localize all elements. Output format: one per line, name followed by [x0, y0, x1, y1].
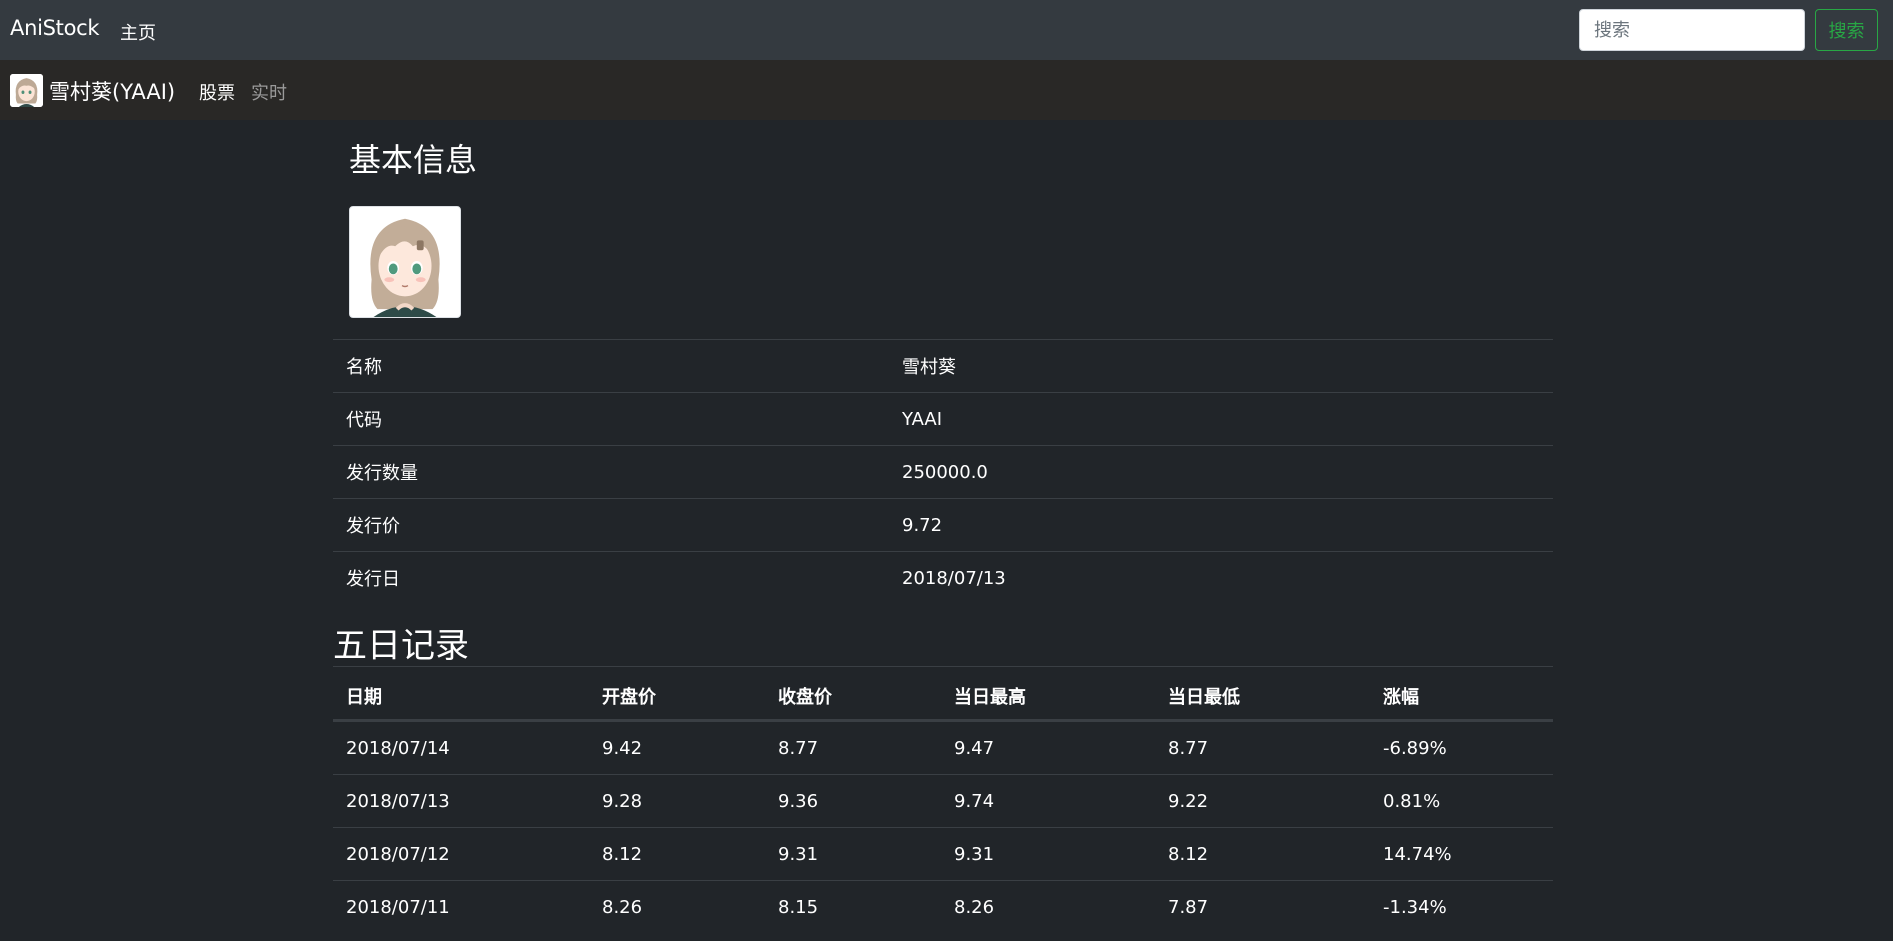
table-cell: 2018/07/11	[346, 897, 450, 918]
info-row-name: 名称 雪村葵	[333, 339, 1553, 392]
table-cell: 9.36	[778, 791, 819, 812]
info-row-shares: 发行数量 250000.0	[333, 445, 1553, 498]
table-cell: 8.12	[602, 844, 643, 865]
info-value: YAAI	[902, 408, 943, 430]
table-cell: 8.77	[1168, 738, 1209, 759]
table-cell: 9.28	[602, 791, 643, 812]
info-value: 9.72	[902, 514, 943, 536]
info-row-date: 发行日 2018/07/13	[333, 551, 1553, 604]
table-cell: 8.15	[778, 897, 819, 918]
search-input[interactable]	[1579, 9, 1805, 51]
info-key: 发行数量	[346, 463, 418, 484]
table-cell: 8.12	[1168, 844, 1209, 865]
table-cell: 2018/07/12	[346, 844, 450, 865]
info-value: 250000.0	[902, 461, 988, 483]
table-cell: 14.74%	[1383, 844, 1452, 865]
table-cell: 9.42	[602, 738, 643, 759]
table-cell: 9.74	[954, 791, 995, 812]
table-cell: 8.26	[954, 897, 995, 918]
column-header: 开盘价	[602, 687, 656, 708]
tab-stock[interactable]: 股票	[199, 79, 235, 105]
table-row: 2018/07/13 9.28 9.36 9.74 9.22 0.81%	[333, 774, 1553, 827]
table-cell: 9.31	[954, 844, 995, 865]
info-row-code: 代码 YAAI	[333, 392, 1553, 445]
search-button[interactable]: 搜索	[1815, 9, 1878, 51]
info-key: 名称	[346, 357, 382, 378]
brand-logo[interactable]: AniStock	[10, 16, 100, 40]
table-cell: -6.89%	[1383, 738, 1447, 759]
table-cell: 9.22	[1168, 791, 1209, 812]
five-day-heading: 五日记录	[333, 626, 469, 666]
top-navbar: AniStock 主页 搜索	[0, 0, 1893, 60]
five-day-table: 日期 开盘价 收盘价 当日最高 当日最低 涨幅 2018/07/14 9.42 …	[333, 666, 1553, 933]
column-header: 收盘价	[778, 687, 832, 708]
table-cell: 2018/07/14	[346, 738, 450, 759]
info-value: 雪村葵	[902, 357, 956, 378]
avatar	[10, 74, 43, 107]
table-cell: 2018/07/13	[346, 791, 450, 812]
table-row: 2018/07/12 8.12 9.31 9.31 8.12 14.74%	[333, 827, 1553, 880]
table-cell: -1.34%	[1383, 897, 1447, 918]
info-key: 代码	[346, 410, 382, 431]
table-cell: 9.47	[954, 738, 995, 759]
nav-home-link[interactable]: 主页	[120, 19, 156, 45]
column-header: 当日最低	[1168, 687, 1240, 708]
info-row-price: 发行价 9.72	[333, 498, 1553, 551]
basic-info-heading: 基本信息	[349, 141, 478, 179]
stock-title[interactable]: 雪村葵(YAAI)	[49, 76, 175, 106]
character-portrait	[349, 206, 461, 318]
table-cell: 8.77	[778, 738, 819, 759]
table-cell: 7.87	[1168, 897, 1209, 918]
info-key: 发行日	[346, 569, 400, 590]
basic-info-table: 名称 雪村葵 代码 YAAI 发行数量 250000.0 发行价 9.72 发行…	[333, 339, 1553, 604]
info-key: 发行价	[346, 516, 400, 537]
info-value: 2018/07/13	[902, 567, 1006, 589]
column-header: 涨幅	[1383, 687, 1419, 708]
table-cell: 9.31	[778, 844, 819, 865]
table-row: 2018/07/11 8.26 8.15 8.26 7.87 -1.34%	[333, 880, 1553, 933]
table-header: 日期 开盘价 收盘价 当日最高 当日最低 涨幅	[333, 666, 1553, 721]
table-cell: 0.81%	[1383, 791, 1441, 812]
column-header: 当日最高	[954, 687, 1026, 708]
table-cell: 8.26	[602, 897, 643, 918]
column-header: 日期	[346, 687, 382, 708]
table-row: 2018/07/14 9.42 8.77 9.47 8.77 -6.89%	[333, 721, 1553, 774]
tab-live[interactable]: 实时	[251, 79, 287, 105]
